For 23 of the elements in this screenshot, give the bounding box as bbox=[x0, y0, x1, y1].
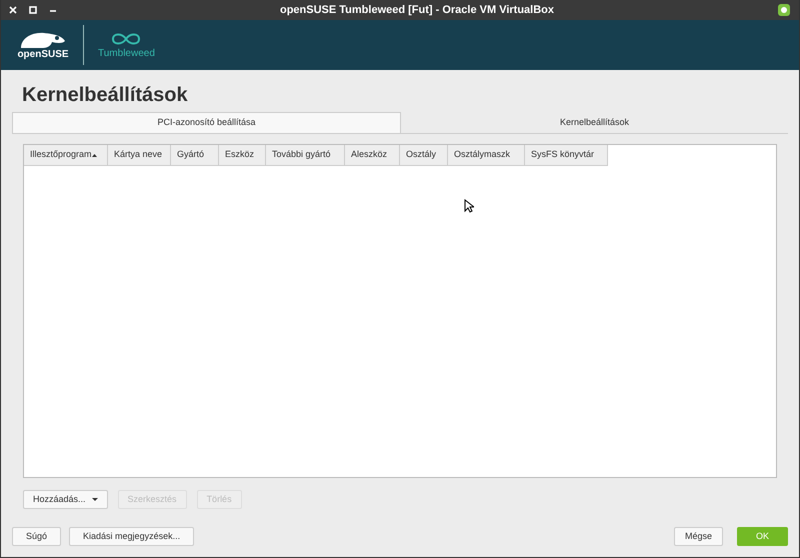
mouse-cursor-icon bbox=[464, 199, 474, 213]
brand-name: openSUSE bbox=[17, 50, 69, 60]
column-header[interactable]: Gyártó bbox=[171, 145, 219, 166]
footer-button[interactable]: Mégse bbox=[674, 527, 723, 546]
column-header[interactable]: Osztály bbox=[400, 145, 448, 166]
edition-name: Tumbleweed bbox=[98, 49, 155, 59]
app-icon bbox=[777, 3, 791, 17]
chameleon-icon bbox=[18, 30, 68, 50]
close-icon[interactable] bbox=[9, 6, 17, 14]
column-header[interactable]: Kártya neve bbox=[108, 145, 171, 166]
footer-button[interactable]: Súgó bbox=[12, 527, 62, 546]
column-header[interactable]: Aleszköz bbox=[345, 145, 400, 166]
column-header[interactable]: SysFS könyvtár bbox=[525, 145, 608, 166]
column-header[interactable]: Eszköz bbox=[219, 145, 266, 166]
tab[interactable]: PCI-azonosító beállítása bbox=[12, 112, 401, 133]
column-header[interactable]: További gyártó bbox=[266, 145, 345, 166]
footer-button[interactable]: Kiadási megjegyzések... bbox=[69, 527, 194, 546]
table-action-button[interactable]: Hozzáadás... bbox=[23, 490, 108, 509]
window-title: openSUSE Tumbleweed [Fut] - Oracle VM VirtualBox bbox=[278, 2, 556, 18]
maximize-icon[interactable] bbox=[29, 6, 37, 14]
page-heading: Kernelbeállítások bbox=[22, 85, 189, 105]
column-header[interactable]: Osztálymaszk bbox=[448, 145, 525, 166]
column-header[interactable]: Illesztőprogram bbox=[24, 145, 108, 166]
